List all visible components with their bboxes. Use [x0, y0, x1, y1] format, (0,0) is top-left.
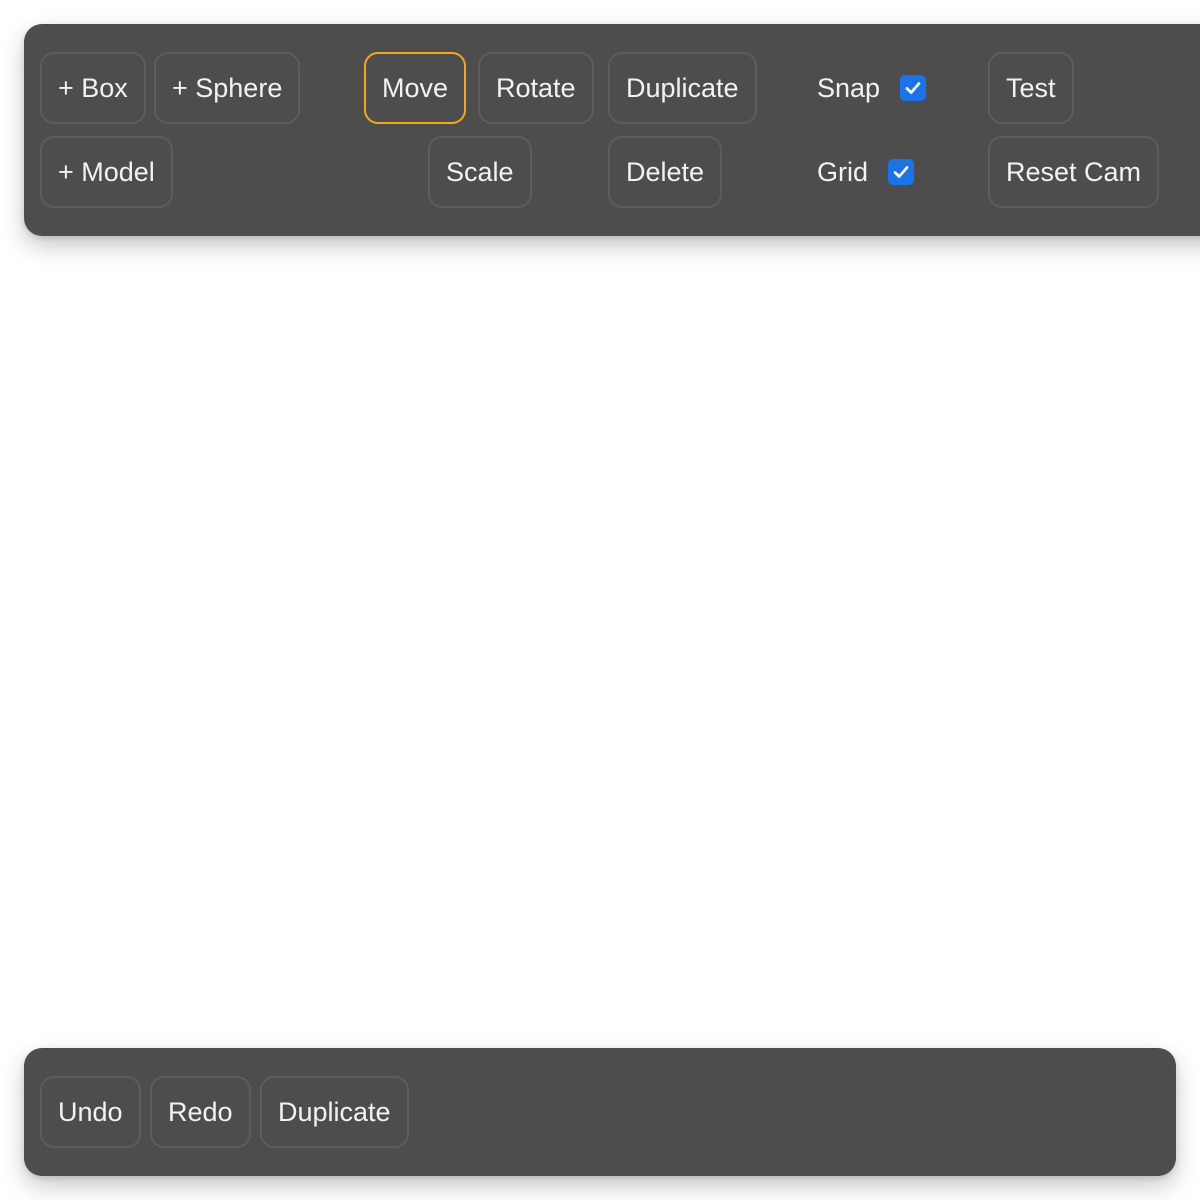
rotate-tool-button[interactable]: Rotate — [478, 52, 594, 124]
bottom-duplicate-button[interactable]: Duplicate — [260, 1076, 409, 1148]
grid-toggle: Grid — [817, 136, 915, 208]
delete-button[interactable]: Delete — [608, 136, 723, 208]
scale-tool-button[interactable]: Scale — [428, 136, 532, 208]
snap-label: Snap — [817, 72, 881, 103]
redo-button[interactable]: Redo — [150, 1076, 251, 1148]
move-tool-button[interactable]: Move — [364, 52, 467, 124]
undo-button[interactable]: Undo — [40, 1076, 141, 1148]
snap-toggle: Snap — [817, 52, 927, 124]
grid-checkbox[interactable] — [888, 159, 915, 185]
add-model-button[interactable]: + Model — [40, 136, 173, 208]
add-sphere-button[interactable]: + Sphere — [154, 52, 301, 124]
checkmark-icon — [893, 166, 909, 178]
bottom-toolbar: Undo Redo Duplicate — [24, 1048, 1176, 1176]
grid-label: Grid — [817, 156, 869, 187]
test-button[interactable]: Test — [988, 52, 1074, 124]
add-box-button[interactable]: + Box — [40, 52, 146, 124]
top-toolbar: + Box + Sphere Move Rotate Duplicate Sna… — [24, 24, 1200, 236]
reset-cam-button[interactable]: Reset Cam — [988, 136, 1160, 208]
checkmark-icon — [905, 82, 921, 94]
snap-checkbox[interactable] — [900, 75, 927, 101]
editor-stage: + Box + Sphere Move Rotate Duplicate Sna… — [0, 0, 1200, 1200]
duplicate-button[interactable]: Duplicate — [608, 52, 757, 124]
